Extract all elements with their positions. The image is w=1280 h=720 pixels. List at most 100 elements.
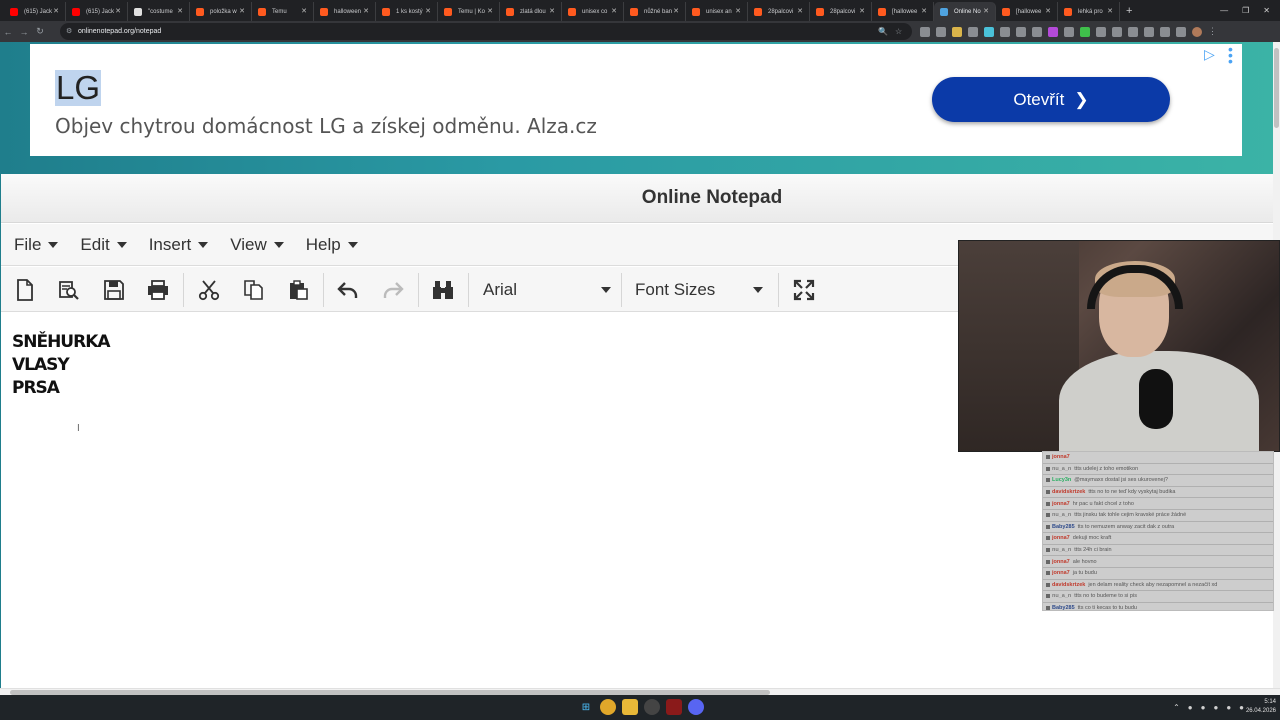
undo-icon[interactable] (335, 277, 361, 303)
ad-open-button[interactable]: Otevřít ❯ (932, 77, 1170, 122)
tab-close-icon[interactable]: ✕ (859, 7, 865, 15)
extension-icon[interactable] (1128, 26, 1138, 37)
browser-tab[interactable]: položka w ✕ (190, 2, 252, 21)
browser-tab[interactable]: unisex co ✕ (562, 2, 624, 21)
extension-icon[interactable] (1032, 26, 1042, 37)
tab-close-icon[interactable]: ✕ (735, 7, 741, 15)
browser-tab[interactable]: lehká pro ✕ (1058, 2, 1120, 21)
extension-icon[interactable] (1080, 26, 1090, 37)
zoom-search-icon[interactable]: 🔍 (878, 27, 888, 36)
tab-close-icon[interactable]: ✕ (797, 7, 803, 15)
tab-close-icon[interactable]: ✕ (921, 7, 927, 15)
horizontal-scrollbar[interactable] (0, 688, 1280, 695)
extension-icon[interactable] (920, 26, 930, 37)
browser-tab[interactable]: Temu | Ko ✕ (438, 2, 500, 21)
extension-icon[interactable] (1144, 26, 1154, 37)
tab-close-icon[interactable]: ✕ (115, 7, 121, 15)
extension-icon[interactable] (1048, 26, 1058, 37)
close-icon[interactable]: ✕ (1263, 6, 1270, 15)
browser-tab[interactable]: zlatá dlou ✕ (500, 2, 562, 21)
back-icon[interactable]: ← (0, 27, 16, 37)
browser-tab[interactable]: Online No ✕ (934, 2, 996, 21)
copy-icon[interactable] (240, 277, 266, 303)
windows-start-icon[interactable]: ⊞ (578, 699, 594, 715)
browser-tab[interactable]: unisex an ✕ (686, 2, 748, 21)
ad-menu-icon[interactable]: • • • (1228, 42, 1233, 68)
new-document-icon[interactable] (12, 277, 38, 303)
language-icon[interactable]: ● (1213, 703, 1218, 712)
browser-tab[interactable]: halloween ✕ (314, 2, 376, 21)
menu-insert[interactable]: Insert (149, 235, 209, 255)
tab-close-icon[interactable]: ✕ (53, 7, 59, 15)
paste-icon[interactable] (285, 277, 311, 303)
extension-icon[interactable] (1000, 26, 1010, 37)
url-bar[interactable]: ⚙ onlinenotepad.org/notepad (60, 23, 912, 40)
tab-close-icon[interactable]: ✕ (363, 7, 369, 15)
save-icon[interactable] (101, 277, 127, 303)
reload-icon[interactable]: ↻ (32, 26, 48, 37)
browser-tab[interactable]: 28palcovi ✕ (748, 2, 810, 21)
menu-file[interactable]: File (14, 235, 59, 255)
browser-tab[interactable]: (615) Jack ✕ (4, 2, 66, 21)
app-icon[interactable] (666, 699, 682, 715)
taskbar-clock[interactable]: 5:14 26.04.2026 (1246, 698, 1276, 716)
volume-icon[interactable]: ● (1239, 703, 1244, 712)
tab-close-icon[interactable]: ✕ (425, 7, 431, 15)
ad-choices-icon[interactable]: ▷ (1204, 46, 1215, 63)
tab-close-icon[interactable]: ✕ (1045, 7, 1051, 15)
print-icon[interactable] (145, 277, 171, 303)
chrome-icon[interactable] (600, 699, 616, 715)
browser-tab[interactable]: [hallowee ✕ (996, 2, 1058, 21)
scrollbar-thumb[interactable] (1274, 48, 1279, 128)
microphone-tray-icon[interactable]: ● (1201, 703, 1206, 712)
tab-close-icon[interactable]: ✕ (487, 7, 493, 15)
extension-icon[interactable] (1176, 26, 1186, 37)
extension-icon[interactable] (1096, 26, 1106, 37)
file-explorer-icon[interactable] (622, 699, 638, 715)
open-file-icon[interactable] (56, 277, 82, 303)
chevron-up-icon[interactable]: ⌃ (1173, 703, 1180, 712)
tab-close-icon[interactable]: ✕ (983, 7, 989, 15)
tray-app-icon[interactable]: ● (1188, 703, 1193, 712)
site-info-icon[interactable]: ⚙ (66, 27, 72, 35)
tab-close-icon[interactable]: ✕ (1107, 7, 1113, 15)
cut-icon[interactable] (196, 277, 222, 303)
app-icon[interactable] (644, 699, 660, 715)
ad-banner[interactable]: LG Objev chytrou domácnost LG a získej o… (30, 42, 1242, 156)
extension-icon[interactable] (952, 26, 962, 37)
tab-close-icon[interactable]: ✕ (301, 7, 307, 15)
browser-tab[interactable]: 28palcovi ✕ (810, 2, 872, 21)
browser-tab[interactable]: [hallowee ✕ (872, 2, 934, 21)
redo-icon[interactable] (380, 277, 406, 303)
profile-avatar[interactable] (1192, 26, 1202, 37)
tab-close-icon[interactable]: ✕ (177, 7, 183, 15)
extension-icon[interactable] (1064, 26, 1074, 37)
browser-tab[interactable]: 1 ks kostý ✕ (376, 2, 438, 21)
tab-close-icon[interactable]: ✕ (549, 7, 555, 15)
menu-edit[interactable]: Edit (80, 235, 127, 255)
menu-help[interactable]: Help (306, 235, 358, 255)
tab-close-icon[interactable]: ✕ (611, 7, 617, 15)
browser-tab[interactable]: nůžné ban ✕ (624, 2, 686, 21)
bookmark-star-icon[interactable]: ☆ (895, 27, 902, 36)
forward-icon[interactable]: → (16, 27, 32, 37)
extension-icon[interactable] (984, 26, 994, 37)
fullscreen-icon[interactable] (791, 277, 817, 303)
browser-menu-icon[interactable]: ⋮ (1208, 26, 1217, 37)
new-tab-button[interactable]: + (1126, 5, 1132, 17)
browser-tab[interactable]: Temu ✕ (252, 2, 314, 21)
font-size-select[interactable]: Font Sizes (635, 277, 763, 303)
tab-close-icon[interactable]: ✕ (239, 7, 245, 15)
extension-icon[interactable] (1016, 26, 1026, 37)
menu-view[interactable]: View (230, 235, 284, 255)
font-family-select[interactable]: Arial (483, 277, 611, 303)
minimize-icon[interactable]: — (1220, 6, 1228, 15)
extension-icon[interactable] (1160, 26, 1170, 37)
extension-icon[interactable] (1112, 26, 1122, 37)
discord-icon[interactable] (688, 699, 704, 715)
extension-icon[interactable] (968, 26, 978, 37)
tab-close-icon[interactable]: ✕ (673, 7, 679, 15)
browser-tab[interactable]: "costume ✕ (128, 2, 190, 21)
find-binoculars-icon[interactable] (430, 277, 456, 303)
extension-icon[interactable] (936, 26, 946, 37)
